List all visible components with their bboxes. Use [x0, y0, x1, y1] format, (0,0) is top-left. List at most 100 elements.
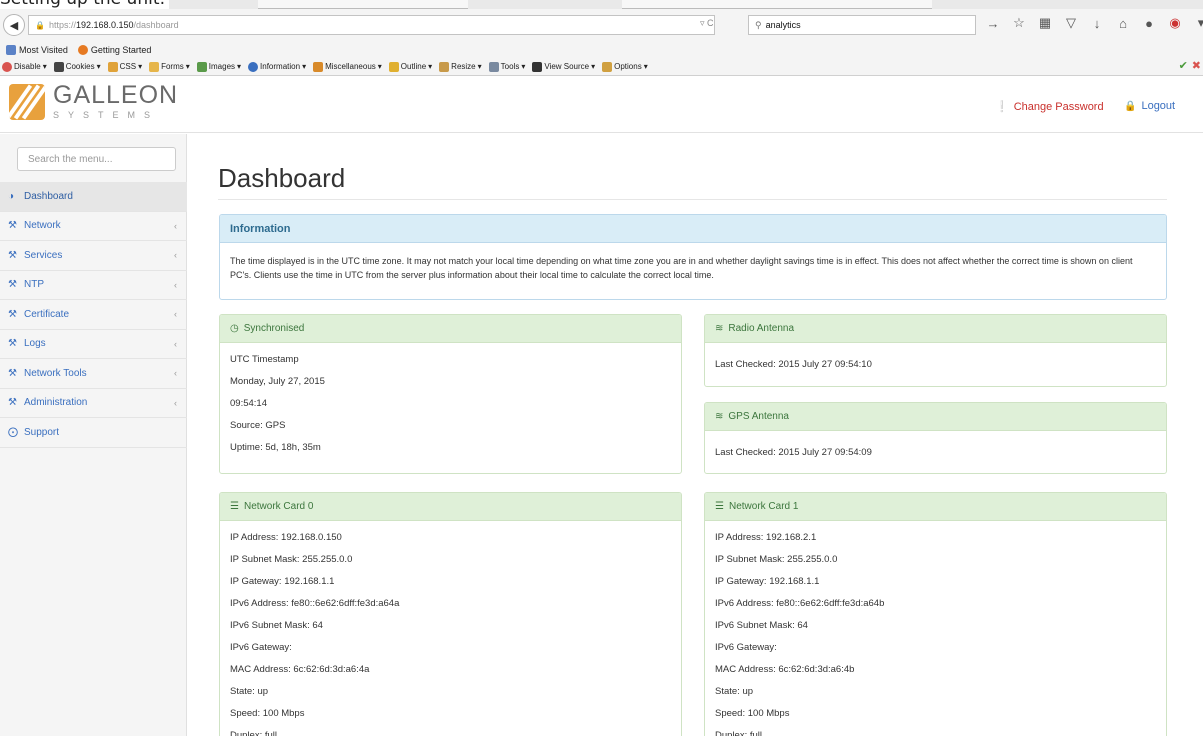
nic1-line: IPv6 Gateway:: [715, 641, 777, 653]
nic1-line: IPv6 Address: fe80::6e62:6dff:fe3d:a64b: [715, 597, 885, 609]
devbar-options[interactable]: Options ▾: [602, 61, 648, 72]
chevron-left-icon: ‹: [174, 220, 177, 231]
star-icon[interactable]: ☆: [1011, 15, 1027, 31]
browser-tab[interactable]: [622, 0, 932, 9]
url-scheme: https://: [48, 20, 76, 30]
devbar-tools[interactable]: Tools ▾: [488, 61, 525, 72]
gps-last-checked: Last Checked: 2015 July 27 09:54:09: [715, 446, 872, 458]
devbar-css[interactable]: CSS ▾: [107, 61, 142, 72]
chevron-left-icon: ‹: [174, 309, 177, 320]
sitemap-icon: ☰: [715, 501, 724, 512]
back-button[interactable]: ◀: [3, 14, 25, 36]
css-icon: [107, 61, 118, 72]
check-icon: ✔: [1178, 60, 1188, 72]
toolbar-icons: → ☆ ▦ ▽ ↓ ⌂ ● ◉ ▾ ☰: [985, 15, 1203, 31]
bookmark-label: Most Visited: [19, 44, 68, 55]
nic1-line: State: up: [715, 685, 754, 697]
sync-line: Uptime: 5d, 18h, 35m: [230, 441, 321, 453]
nic0-line: IP Address: 192.168.0.150: [230, 531, 342, 543]
sidebar-item-certificate[interactable]: ⚒ Certificate ‹: [0, 300, 187, 330]
information-body: The time displayed is in the UTC time zo…: [230, 256, 1133, 280]
reload-icon[interactable]: ▿ C: [700, 18, 714, 29]
sidebar-item-administration[interactable]: ⚒ Administration ‹: [0, 389, 187, 418]
sidebar-item-ntp[interactable]: ⚒ NTP ‹: [0, 271, 187, 300]
home-icon[interactable]: ⌂: [1115, 16, 1131, 31]
download-icon[interactable]: ↓: [1089, 16, 1105, 31]
synchronised-panel: ◷ Synchronised UTC Timestamp Monday, Jul…: [219, 314, 682, 474]
information-icon: [248, 61, 259, 72]
sidebar-item-dashboard[interactable]: ◑ Dashboard: [0, 182, 187, 212]
search-bar[interactable]: ⚲ analytics: [748, 15, 976, 35]
devbar-status: ✔ ✖: [1179, 59, 1201, 72]
images-icon: [196, 61, 207, 72]
devbar-disable[interactable]: Disable ▾: [2, 61, 47, 72]
signal-icon: ≋: [715, 411, 724, 422]
reading-list-icon[interactable]: ▦: [1037, 15, 1053, 31]
wrench-icon: ⚒: [8, 338, 17, 350]
bookmark-label: Getting Started: [90, 44, 152, 55]
chevron-left-icon: ‹: [174, 250, 177, 261]
chat-icon[interactable]: ●: [1141, 16, 1157, 31]
devbar-outline[interactable]: Outline ▾: [388, 61, 432, 72]
lock-icon: 🔒: [1124, 100, 1137, 112]
go-icon[interactable]: →: [985, 16, 1001, 31]
devbar-images[interactable]: Images ▾: [196, 61, 241, 72]
chevron-left-icon: ‹: [174, 338, 177, 349]
tools-icon: [488, 61, 499, 72]
sidebar-item-network-tools[interactable]: ⚒ Network Tools ‹: [0, 359, 187, 389]
sidebar-menu: ◑ Dashboard ⚒ Network ‹ ⚒ Services ‹ ⚒ N…: [0, 182, 187, 448]
information-panel: Information The time displayed is in the…: [219, 214, 1167, 300]
nic0-line: IP Gateway: 192.168.1.1: [230, 575, 335, 587]
logout-link[interactable]: 🔒 Logout: [1124, 100, 1175, 112]
sidebar-item-support[interactable]: ⨀ Support: [0, 418, 187, 448]
sidebar-item-label: Dashboard: [24, 190, 73, 202]
url-host: 192.168.0.150: [75, 20, 134, 30]
page-title: Dashboard: [218, 163, 346, 193]
sync-line: UTC Timestamp: [230, 353, 299, 365]
addon-icon[interactable]: ◉: [1167, 15, 1183, 31]
devbar-forms[interactable]: Forms ▾: [149, 61, 190, 72]
url-bar[interactable]: 🔒 https://192.168.0.150/dashboard: [28, 15, 715, 35]
logo-text: GALLEON SYSTEMS: [53, 83, 178, 120]
disable-icon: [2, 61, 12, 72]
menu-search-input[interactable]: Search the menu...: [17, 147, 176, 171]
devbar-cookies[interactable]: Cookies ▾: [53, 61, 101, 72]
nic0-line: Speed: 100 Mbps: [230, 707, 305, 719]
galleon-logo[interactable]: GALLEON SYSTEMS: [9, 83, 178, 120]
logout-label: Logout: [1141, 100, 1176, 112]
sitemap-icon: ☰: [230, 501, 239, 512]
devbar-information[interactable]: Information ▾: [248, 61, 306, 72]
devbar-resize[interactable]: Resize ▾: [439, 61, 482, 72]
url-path: /dashboard: [133, 20, 179, 30]
dropdown-icon[interactable]: ▾: [1193, 15, 1203, 31]
devbar-view-source[interactable]: View Source ▾: [532, 61, 595, 72]
sidebar: Search the menu... ◑ Dashboard ⚒ Network…: [0, 134, 187, 736]
browser-nav-bar: ◀ 🔒 https://192.168.0.150/dashboard ▿ C …: [0, 9, 1203, 41]
bookmark-getting-started[interactable]: Getting Started: [77, 44, 152, 55]
bookmark-most-visited[interactable]: Most Visited: [6, 44, 68, 55]
nic0-line: IPv6 Subnet Mask: 64: [230, 619, 323, 631]
pocket-icon[interactable]: ▽: [1063, 15, 1079, 31]
sidebar-item-services[interactable]: ⚒ Services ‹: [0, 241, 187, 271]
browser-tab[interactable]: [258, 0, 468, 9]
search-text: analytics: [765, 20, 801, 30]
nic0-line: State: up: [230, 685, 269, 697]
sync-line: 09:54:14: [230, 397, 267, 409]
nic1-line: Duplex: full: [715, 729, 762, 736]
outline-icon: [388, 61, 399, 72]
radio-antenna-panel: ≋ Radio Antenna Last Checked: 2015 July …: [704, 314, 1167, 387]
network-card-1-details: IP Address: 192.168.2.1 IP Subnet Mask: …: [705, 521, 1166, 736]
sidebar-item-label: Administration: [24, 397, 88, 409]
sidebar-item-label: Support: [24, 426, 60, 438]
sidebar-item-logs[interactable]: ⚒ Logs ‹: [0, 330, 187, 359]
change-password-link[interactable]: ❕ Change Password: [995, 100, 1104, 114]
gps-antenna-details: Last Checked: 2015 July 27 09:54:09: [705, 431, 1166, 463]
nic0-line: IPv6 Gateway:: [230, 641, 292, 653]
document-caption: Setting up the unit:: [0, 0, 170, 9]
firefox-icon: [77, 44, 88, 55]
search-icon: ⚲: [755, 19, 762, 30]
devbar-miscellaneous[interactable]: Miscellaneous ▾: [313, 61, 382, 72]
sidebar-item-network[interactable]: ⚒ Network ‹: [0, 212, 187, 241]
nic1-line: IPv6 Subnet Mask: 64: [715, 619, 808, 631]
network-card-0-heading: Network Card 0: [243, 501, 314, 512]
